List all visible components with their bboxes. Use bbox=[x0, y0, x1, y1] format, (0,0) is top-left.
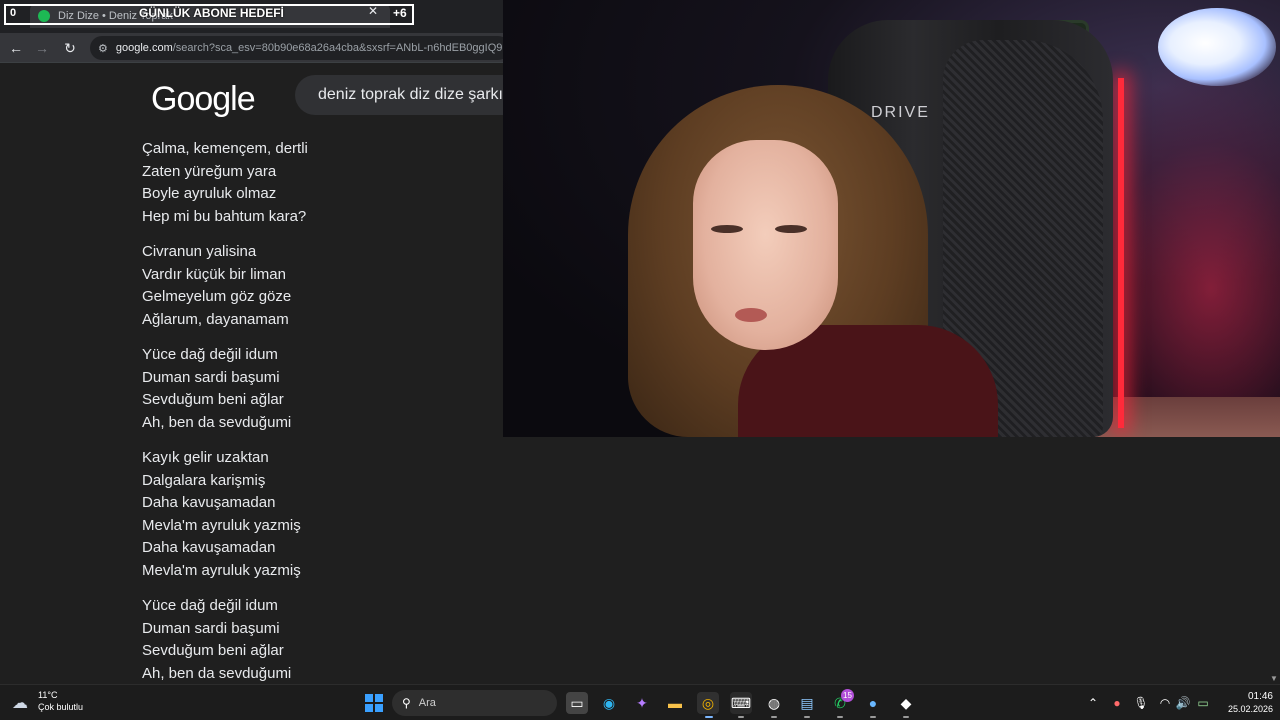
lyric-line: Mevla'm ayruluk yazmiş bbox=[142, 561, 301, 579]
chrome-active-indicator bbox=[705, 716, 713, 718]
weather-condition: Çok bulutlu bbox=[38, 702, 84, 712]
stream-goal-count: +6 bbox=[393, 6, 407, 20]
streamer-face bbox=[693, 140, 838, 350]
cloud-icon: ☁ bbox=[12, 695, 28, 712]
system-clock[interactable]: 01:46 25.02.2026 bbox=[1217, 690, 1273, 716]
search-icon: ⚲ bbox=[402, 696, 411, 710]
lyric-line: Boyle ayruluk olmaz bbox=[142, 185, 277, 202]
bird-app-icon[interactable]: ● bbox=[862, 692, 884, 714]
tab-counter: 0 bbox=[10, 7, 17, 19]
taskbar: ☁ 11°C Çok bulutlu ⚲ Ara ▭ ◉ ✦ ▬ ◎ ⌨ ◍ ▤… bbox=[0, 684, 1280, 720]
site-settings-icon[interactable]: ⚙ bbox=[98, 42, 108, 55]
notepad-icon[interactable]: ▤ bbox=[796, 692, 818, 714]
chrome-icon[interactable]: ◎ bbox=[697, 692, 719, 714]
cube-app-icon[interactable]: ◆ bbox=[895, 692, 917, 714]
lyric-line: Zaten yüreğum yara bbox=[142, 162, 277, 180]
lyric-stanza: Çalma, kemençem, dertli Zaten yüreğum yar… bbox=[142, 138, 472, 228]
led-floor-lamp bbox=[1118, 78, 1124, 428]
record-icon[interactable]: ● bbox=[1109, 695, 1125, 711]
microphone-icon[interactable]: 🎙 bbox=[1133, 695, 1149, 711]
lyric-line: Yüce dağ değil idum bbox=[142, 597, 278, 614]
lyric-line: Gelmeyelum göz göze bbox=[142, 288, 292, 305]
windows-start-icon[interactable] bbox=[365, 694, 383, 712]
scroll-down-icon[interactable]: ▼ bbox=[1270, 674, 1278, 683]
volume-icon[interactable]: 🔊 bbox=[1175, 695, 1191, 711]
taskbar-search-label: Ara bbox=[418, 697, 436, 709]
clock-date: 25.02.2026 bbox=[1227, 704, 1273, 714]
forward-arrow-icon[interactable]: → bbox=[33, 39, 51, 57]
lyric-line: Çalma, kemençem, dertli bbox=[142, 140, 308, 157]
lyric-line: Vardır küçük bir liman bbox=[142, 265, 286, 283]
lyric-line: Hep mi bu bahtum kara? bbox=[142, 207, 307, 225]
task-view-icon[interactable]: ▭ bbox=[566, 692, 588, 714]
lyric-line: Ah, ben da sevduğumi bbox=[142, 664, 292, 682]
lyric-line: Mevla'm ayruluk yazmiş bbox=[142, 516, 301, 534]
url-domain: google.com bbox=[115, 42, 173, 54]
obs-icon[interactable]: ◍ bbox=[763, 692, 785, 714]
chevron-up-icon[interactable]: ⌃ bbox=[1085, 695, 1101, 711]
weather-widget[interactable]: ☁ 11°C Çok bulutlu bbox=[12, 689, 83, 713]
lyric-line: Dalgalara karişmiş bbox=[142, 471, 266, 489]
whatsapp-running-indicator bbox=[837, 716, 843, 718]
whatsapp-unread-badge: 15 bbox=[841, 689, 854, 702]
back-arrow-icon[interactable]: ← bbox=[7, 39, 25, 57]
browser-toolbar: ← → ↻ ⚙ google.com /search?sca_esv=80b90… bbox=[0, 33, 510, 63]
address-bar[interactable]: ⚙ google.com /search?sca_esv=80b90e68a26… bbox=[90, 36, 510, 60]
weather-temp: 11°C bbox=[38, 690, 58, 700]
clock-time: 01:46 bbox=[1247, 691, 1273, 702]
battery-icon[interactable]: ▭ bbox=[1195, 695, 1211, 711]
edge-icon[interactable]: ◉ bbox=[598, 692, 620, 714]
stream-goal-label: GÜNLÜK ABONE HEDEFİ bbox=[139, 6, 284, 20]
copilot-icon[interactable]: ✦ bbox=[631, 692, 653, 714]
lyric-line: Sevduğum beni ağlar bbox=[142, 642, 284, 659]
tab-close-icon[interactable]: ✕ bbox=[366, 4, 380, 18]
lyric-stanza: Yüce dağ değil idum Duman sardi başumi Sev… bbox=[142, 344, 472, 434]
lyrics-panel: Çalma, kemençem, dertli Zaten yüreğum yar… bbox=[142, 138, 472, 698]
lyric-line: Kayık gelir uzaktan bbox=[142, 449, 269, 466]
webcam-overlay: K DRIVE bbox=[503, 0, 1280, 437]
search-query: deniz toprak diz dize şarkı bbox=[318, 86, 503, 103]
lyric-line: Duman sardi başumi bbox=[142, 619, 280, 637]
lyric-line: Duman sardi başumi bbox=[142, 368, 280, 386]
cube-app-running-indicator bbox=[903, 716, 909, 718]
chair-brand: DRIVE bbox=[871, 104, 930, 121]
lyric-stanza: Kayık gelir uzaktan Dalgalara karişmiş Dah… bbox=[142, 447, 472, 582]
browser-tabstrip: Diz Dize • Deniz Toprak ✕ 0 GÜNLÜK ABONE… bbox=[0, 0, 503, 33]
lyric-line: Ah, ben da sevduğumi bbox=[142, 413, 292, 431]
wifi-icon[interactable]: ◠ bbox=[1157, 695, 1173, 711]
streamer-eye-right bbox=[775, 225, 807, 233]
streamer-mouth bbox=[735, 308, 767, 322]
lyric-stanza: Civranun yalisina Vardır küçük bir liman G… bbox=[142, 241, 472, 331]
google-logo[interactable]: Google bbox=[151, 80, 256, 119]
terminal-icon[interactable]: ⌨ bbox=[730, 692, 752, 714]
streamer-eye-left bbox=[711, 225, 743, 233]
lyric-stanza: Yüce dağ değil idum Duman sardi başumi Sev… bbox=[142, 595, 472, 685]
spotify-icon bbox=[38, 10, 50, 22]
crystal-lamp bbox=[1158, 8, 1276, 86]
file-explorer-icon[interactable]: ▬ bbox=[664, 692, 686, 714]
lyric-line: Sevduğum beni ağlar bbox=[142, 391, 284, 408]
lyric-line: Ağlarum, dayanamam bbox=[142, 310, 289, 328]
terminal-running-indicator bbox=[738, 716, 744, 718]
lyric-line: Civranun yalisina bbox=[142, 243, 257, 260]
taskbar-search[interactable]: ⚲ Ara bbox=[392, 690, 557, 716]
lyric-line: Daha kavuşamadan bbox=[142, 494, 276, 511]
url-path: /search?sca_esv=80b90e68a26a4cba&sxsrf=A… bbox=[172, 42, 510, 54]
obs-running-indicator bbox=[771, 716, 777, 718]
reload-icon[interactable]: ↻ bbox=[61, 39, 79, 57]
screen: Diz Dize • Deniz Toprak ✕ 0 GÜNLÜK ABONE… bbox=[0, 0, 1280, 720]
lyric-line: Daha kavuşamadan bbox=[142, 539, 276, 556]
bird-app-running-indicator bbox=[870, 716, 876, 718]
notepad-running-indicator bbox=[804, 716, 810, 718]
lyric-line: Yüce dağ değil idum bbox=[142, 346, 278, 363]
